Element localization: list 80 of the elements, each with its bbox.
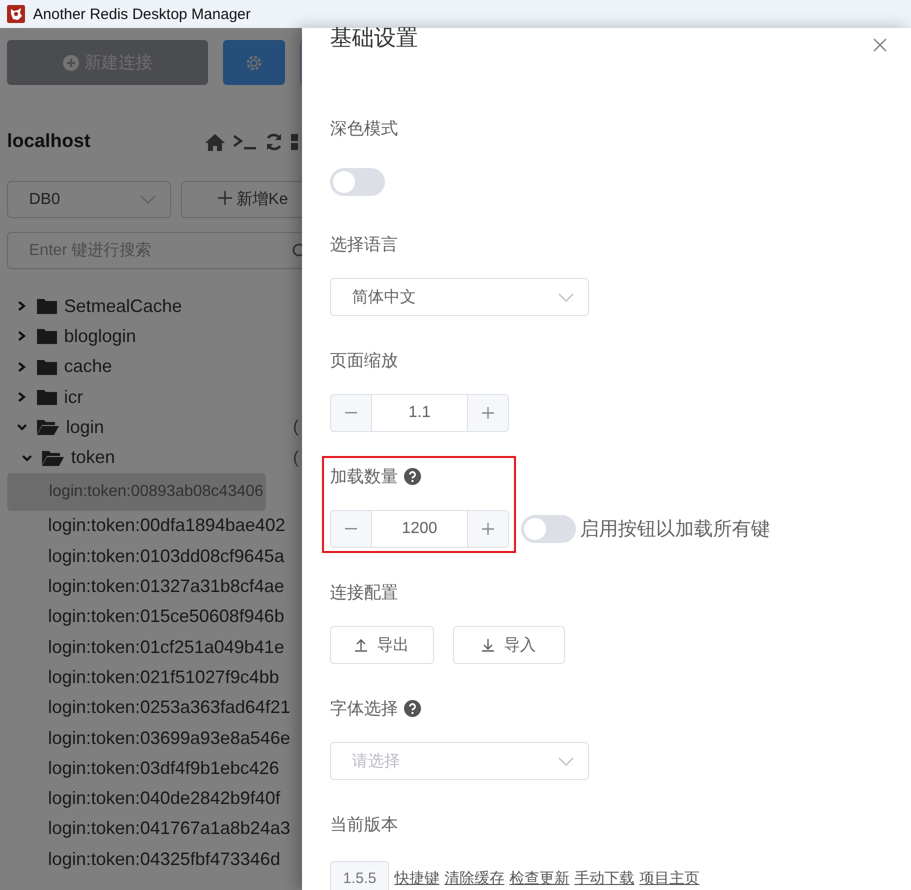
tree-folder-row[interactable]: icr [0, 382, 302, 412]
key-row[interactable]: login:token:015ce50608f946b [0, 602, 302, 632]
switch-label: 启用按钮以加载所有键 [580, 518, 770, 542]
folder-icon [36, 388, 58, 406]
add-key-button[interactable]: 新增Ke [181, 181, 302, 218]
link[interactable]: 手动下载 [574, 868, 634, 888]
folder-icon [36, 297, 58, 316]
key-row[interactable]: login:token:04325fbf473346d [0, 844, 302, 874]
folder-name: cache [64, 356, 112, 378]
plus-icon [482, 407, 494, 419]
key-row[interactable]: login:token:0103dd08cf9645a [0, 541, 302, 572]
upload-arrow-icon [355, 638, 367, 652]
key-row[interactable]: login:token:041767a1a8b24a3 [0, 814, 302, 844]
dropdown-caret-icon [558, 292, 574, 302]
minus-icon [345, 528, 357, 530]
folder-name: bloglogin [64, 326, 136, 347]
dropdown-caret-icon [558, 756, 574, 766]
tree-folder-row[interactable]: cache [0, 352, 302, 382]
link[interactable]: 检查更新 [509, 868, 570, 888]
setting-label: 字体选择 [330, 698, 398, 720]
refresh-icon[interactable] [265, 133, 283, 151]
link[interactable]: 快捷键 [394, 868, 440, 888]
setting-label: 页面缩放 [330, 350, 398, 372]
import-button[interactable]: 导入 [453, 626, 565, 664]
key-row[interactable]: login:token:01327a31b8cf4ae [0, 571, 302, 602]
key-row[interactable]: login:token:03df4f9b1ebc426 [0, 753, 302, 784]
close-button[interactable] [873, 38, 887, 52]
key-row[interactable]: login:token:00893ab08c43406 [7, 472, 266, 511]
close-icon [873, 38, 887, 52]
app-logo-icon [7, 5, 25, 23]
help-icon[interactable] [404, 468, 421, 484]
db-select[interactable]: DB0 [7, 181, 172, 218]
tree-folder-row[interactable]: bloglogin [0, 321, 302, 352]
tree-folder-row[interactable]: token ( [0, 442, 302, 473]
folder-name: login [66, 416, 104, 438]
toggle-switch[interactable] [521, 515, 576, 543]
key-row[interactable]: login:token:021f51027f9c4bb [0, 662, 302, 693]
key-row[interactable]: login:token:040de2842b9f40f [0, 783, 302, 814]
number-input[interactable]: 1200 [330, 510, 509, 548]
drawer-title: 基础设置 [330, 24, 418, 52]
help-icon[interactable] [404, 700, 421, 716]
folder-icon [36, 358, 58, 376]
open-folder-icon [36, 418, 60, 436]
setting-label: 加载数量 [330, 466, 398, 488]
number-value[interactable]: 1200 [371, 511, 468, 547]
number-input[interactable]: 1.1 [330, 394, 509, 432]
dropdown-caret-icon [140, 195, 156, 204]
window-title: Another Redis Desktop Manager [33, 6, 251, 22]
folder-icon [36, 327, 58, 346]
open-folder-icon [41, 448, 65, 467]
key-row[interactable]: login:token:03699a93e8a546e [0, 722, 302, 754]
key-count: ( [293, 448, 299, 468]
terminal-icon[interactable] [233, 134, 257, 150]
plus-icon [482, 523, 494, 535]
setting-label: 选择语言 [330, 234, 398, 256]
key-row[interactable]: login:token:01cf251a049b41e [0, 632, 302, 662]
number-value[interactable]: 1.1 [371, 395, 468, 431]
minus-icon [345, 412, 357, 414]
version-badge: 1.5.5 [330, 861, 390, 890]
settings-icon [246, 54, 262, 70]
toggle-switch[interactable] [330, 168, 385, 196]
key-row[interactable]: login:token:0253a363fad64f21 [0, 692, 302, 723]
tree-folder-row[interactable]: login ( [0, 412, 302, 442]
folder-name: icr [64, 386, 83, 408]
plus-circle-icon [62, 54, 79, 70]
setting-label: 连接配置 [330, 582, 398, 604]
link[interactable]: 清除缓存 [444, 868, 504, 888]
setting-label: 当前版本 [330, 814, 398, 836]
link[interactable]: 项目主页 [639, 868, 700, 888]
connection-name: localhost [7, 131, 92, 153]
home-icon[interactable] [205, 133, 225, 151]
setting-label: 深色模式 [330, 118, 398, 140]
key-count: ( [293, 417, 299, 438]
plus-icon [218, 191, 232, 205]
folder-name: token [71, 447, 116, 468]
export-button[interactable]: 导出 [330, 626, 434, 664]
tree-folder-row[interactable]: SetmealCache [0, 291, 302, 322]
download-arrow-icon [482, 638, 494, 652]
folder-name: SetmealCache [64, 296, 182, 317]
select-field[interactable]: 简体中文 [330, 278, 589, 316]
